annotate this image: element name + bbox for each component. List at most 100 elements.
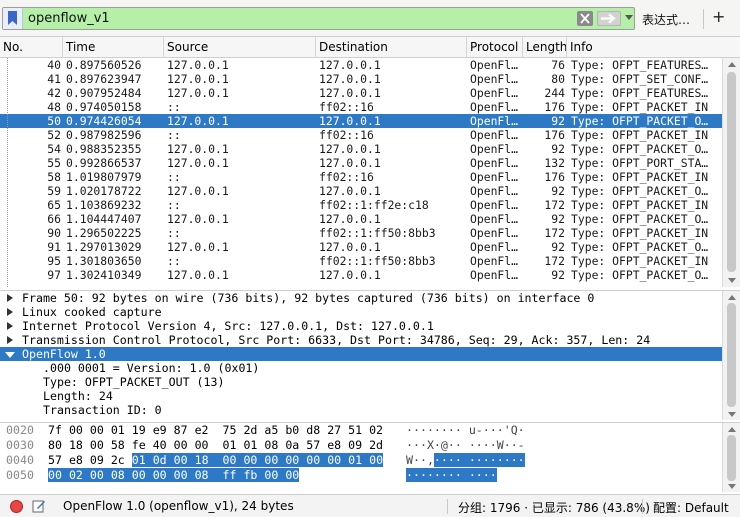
packet-list-scrollbar[interactable]: [722, 58, 740, 287]
scroll-up-arrow-icon[interactable]: [728, 427, 736, 432]
packet-cell-time: 1.296502225: [66, 226, 142, 240]
packet-cell-destination: 127.0.0.1: [319, 184, 381, 198]
packet-cell-destination: 127.0.0.1: [319, 72, 381, 86]
apply-filter-arrow-icon[interactable]: [597, 11, 621, 26]
column-header-time[interactable]: Time: [63, 37, 164, 58]
packet-cell-no: 91: [47, 240, 61, 254]
collapsed-triangle-icon[interactable]: [7, 336, 13, 344]
packet-cell-no: 66: [47, 212, 61, 226]
packet-row[interactable]: 40 0.897560526 127.0.0.1 127.0.0.1 OpenFl… 76…: [0, 58, 722, 72]
packet-cell-info: Type: OFPT_PACKET_O…: [571, 142, 709, 156]
collapsed-triangle-icon[interactable]: [7, 322, 13, 330]
scroll-down-arrow-icon[interactable]: [728, 412, 736, 417]
packet-cell-destination: 127.0.0.1: [319, 58, 381, 72]
column-header-length[interactable]: Length: [523, 37, 567, 58]
expert-info-error-icon[interactable]: [10, 500, 23, 513]
filter-text[interactable]: openflow_v1: [28, 10, 110, 27]
packet-row[interactable]: 55 0.992866537 127.0.0.1 127.0.0.1 OpenFl… 13…: [0, 156, 722, 170]
scrollbar-thumb[interactable]: [727, 435, 736, 481]
detail-field[interactable]: Transaction ID: 0: [0, 403, 740, 417]
packet-row[interactable]: 50 0.974426054 127.0.0.1 127.0.0.1 OpenFl… 92…: [0, 114, 722, 128]
expanded-triangle-icon[interactable]: [5, 352, 15, 358]
packet-row[interactable]: 95 1.301803650:: ff02::1:ff50:8bb3 OpenFl… 1…: [0, 254, 722, 268]
hex-offset: 0030: [6, 438, 34, 452]
packet-cell-destination: 127.0.0.1: [319, 156, 381, 170]
column-header-destination[interactable]: Destination: [316, 37, 467, 58]
packet-cell-time: 1.020178722: [66, 184, 142, 198]
hex-row[interactable]: 0050 00 02 00 08 00 00 00 08 ff fb 00 00 ·…: [0, 468, 722, 483]
scroll-up-arrow-icon[interactable]: [728, 295, 736, 300]
column-header-source[interactable]: Source: [164, 37, 316, 58]
packet-cell-protocol: OpenFl…: [470, 156, 519, 170]
detail-protocol-node[interactable]: OpenFlow 1.0: [0, 347, 740, 361]
scrollbar-thumb[interactable]: [727, 72, 736, 272]
packet-row[interactable]: 65 1.103869232:: ff02::1:ff2e:c18 OpenFl… 17…: [0, 198, 722, 212]
scroll-down-arrow-icon[interactable]: [728, 484, 736, 489]
packet-row[interactable]: 52 0.987982596:: ff02::16 OpenFl… 176 Type: O…: [0, 128, 722, 142]
expression-button[interactable]: 表达式…: [642, 11, 690, 28]
hex-row[interactable]: 0030 80 18 00 58 fe 40 00 00 01 01 08 0a …: [0, 438, 722, 453]
packet-cell-info: Type: OFPT_FEATURES…: [571, 86, 709, 100]
packet-cell-protocol: OpenFl…: [470, 128, 519, 142]
column-header-protocol[interactable]: Protocol: [467, 37, 523, 58]
add-filter-button[interactable]: +: [712, 7, 725, 26]
hex-rows: 0020 7f 00 00 01 19 e9 87 e2 75 2d a5 b0 …: [0, 423, 722, 483]
detail-field[interactable]: Type: OFPT_PACKET_OUT (13): [0, 375, 740, 389]
packet-cell-destination: 127.0.0.1: [319, 86, 381, 100]
detail-protocol-node[interactable]: Transmission Control Protocol, Src Port:…: [0, 333, 740, 347]
packet-cell-time: 0.988352355: [66, 142, 142, 156]
hex-row[interactable]: 0040 57 e8 09 2c 01 0d 00 18 00 00 00 00 …: [0, 453, 722, 468]
detail-text: .000 0001 = Version: 1.0 (0x01): [43, 361, 260, 375]
packet-cell-length: 244: [544, 86, 565, 100]
packet-cell-time: 1.019807979: [66, 170, 142, 184]
bytes-scrollbar[interactable]: [722, 423, 740, 492]
detail-protocol-node[interactable]: Internet Protocol Version 4, Src: 127.0.…: [0, 319, 740, 333]
status-profile[interactable]: 配置: Default: [653, 499, 729, 516]
packet-cell-time: 0.974426054: [66, 114, 142, 128]
capture-comment-edit-icon[interactable]: [32, 499, 46, 513]
scroll-up-arrow-icon[interactable]: [728, 62, 736, 67]
packet-cell-length: 176: [544, 100, 565, 114]
packet-row[interactable]: 54 0.988352355 127.0.0.1 127.0.0.1 OpenFl… 92…: [0, 142, 722, 156]
display-filter-input[interactable]: openflow_v1: [2, 7, 635, 30]
packet-row[interactable]: 97 1.302410349 127.0.0.1 127.0.0.1 OpenFl… 92…: [0, 268, 722, 282]
hex-row[interactable]: 0020 7f 00 00 01 19 e9 87 e2 75 2d a5 b0 …: [0, 423, 722, 438]
packet-cell-destination: ff02::1:ff2e:c18: [319, 198, 429, 212]
packet-cell-info: Type: OFPT_PACKET_O…: [571, 114, 709, 128]
collapsed-triangle-icon[interactable]: [7, 294, 13, 302]
packet-bytes-pane: 0020 7f 00 00 01 19 e9 87 e2 75 2d a5 b0 …: [0, 422, 740, 492]
packet-row[interactable]: 48 0.974050158:: ff02::16 OpenFl… 176 Type: O…: [0, 100, 722, 114]
bookmark-icon[interactable]: [3, 8, 23, 29]
packet-row[interactable]: 41 0.897623947 127.0.0.1 127.0.0.1 OpenFl… 80…: [0, 72, 722, 86]
packet-row[interactable]: 90 1.296502225:: ff02::1:ff50:8bb3 OpenFl… 1…: [0, 226, 722, 240]
packet-row[interactable]: 42 0.907952484 127.0.0.1 127.0.0.1 OpenFl… 24…: [0, 86, 722, 100]
collapsed-triangle-icon[interactable]: [7, 308, 13, 316]
status-separator: [642, 499, 643, 514]
clear-filter-icon[interactable]: [577, 11, 593, 26]
packet-cell-length: 132: [544, 156, 565, 170]
packet-cell-no: 40: [47, 58, 61, 72]
detail-protocol-node[interactable]: Frame 50: 92 bytes on wire (736 bits), 9…: [0, 291, 740, 305]
packet-cell-no: 65: [47, 198, 61, 212]
packet-cell-destination: 127.0.0.1: [319, 212, 381, 226]
column-header-no[interactable]: No.: [0, 37, 63, 58]
detail-field[interactable]: Length: 24: [0, 389, 740, 403]
packet-cell-time: 0.907952484: [66, 86, 142, 100]
packet-cell-info: Type: OFPT_PACKET_IN: [571, 254, 709, 268]
packet-row[interactable]: 66 1.104447407 127.0.0.1 127.0.0.1 OpenFl… 92…: [0, 212, 722, 226]
filter-history-dropdown-icon[interactable]: [625, 15, 633, 20]
packet-cell-info: Type: OFPT_PACKET_IN: [571, 226, 709, 240]
scroll-down-arrow-icon[interactable]: [728, 278, 736, 283]
packet-row[interactable]: 58 1.019807979:: ff02::16 OpenFl… 176 Type: O…: [0, 170, 722, 184]
scrollbar-thumb[interactable]: [727, 303, 736, 407]
detail-protocol-node[interactable]: Linux cooked capture: [0, 305, 740, 319]
detail-field[interactable]: .000 0001 = Version: 1.0 (0x01): [0, 361, 740, 375]
packet-row[interactable]: 91 1.297013029 127.0.0.1 127.0.0.1 OpenFl… 92…: [0, 240, 722, 254]
packet-details-tree: Frame 50: 92 bytes on wire (736 bits), 9…: [0, 290, 740, 420]
details-scrollbar[interactable]: [722, 291, 740, 420]
packet-row[interactable]: 59 1.020178722 127.0.0.1 127.0.0.1 OpenFl… 92…: [0, 184, 722, 198]
column-header-info[interactable]: Info: [567, 37, 740, 58]
packet-cell-protocol: OpenFl…: [470, 254, 519, 268]
packet-cell-length: 92: [551, 142, 565, 156]
packet-list-header: No. Time Source Destination Protocol Len…: [0, 37, 740, 58]
